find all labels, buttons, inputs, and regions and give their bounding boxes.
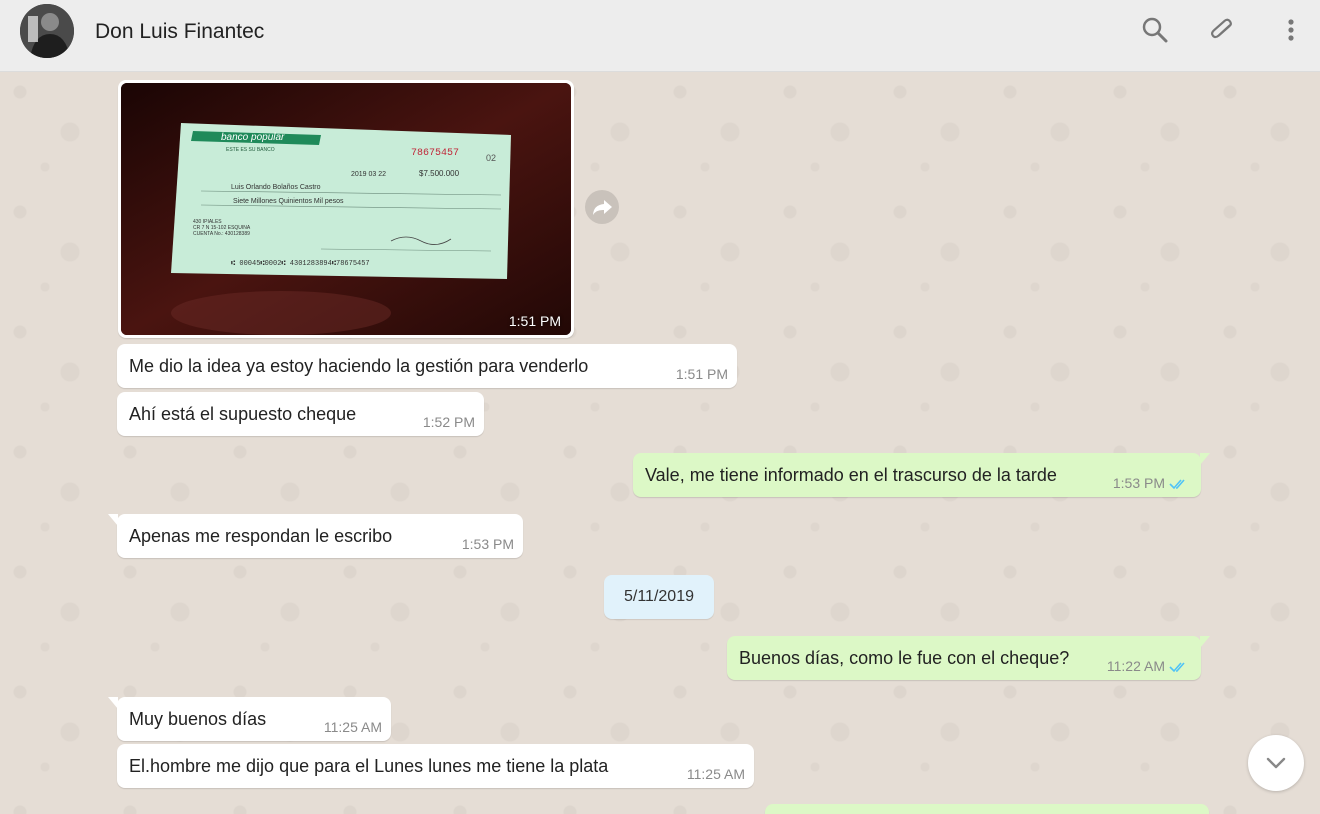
message-text: Muy buenos días xyxy=(129,709,267,729)
image-message[interactable]: banco popular ESTE ES SU BANCO 78675457 … xyxy=(118,80,574,338)
cheque-amount-words: Siete Millones Quinientos Mil pesos xyxy=(233,198,344,205)
message-time: 1:53 PM xyxy=(1112,475,1165,491)
message-text: Me dio la idea ya estoy haciendo la gest… xyxy=(129,356,589,376)
incoming-message[interactable]: Ahí está el supuesto cheque 1:52 PM xyxy=(117,392,484,436)
incoming-message[interactable]: Muy buenos días 11:25 AM xyxy=(108,697,391,741)
cheque-micr: ⑆ 00045⑆0002⑆ 4301283894⑆78675457 xyxy=(231,260,370,268)
message-text: El.hombre me dijo que para el Lunes lune… xyxy=(129,756,609,776)
incoming-message[interactable]: El.hombre me dijo que para el Lunes lune… xyxy=(117,744,754,788)
chat-area[interactable]: banco popular ESTE ES SU BANCO 78675457 … xyxy=(0,72,1320,814)
outgoing-message[interactable]: Vale, me tiene informado en el trascurso… xyxy=(633,453,1210,497)
outgoing-message-partial[interactable] xyxy=(765,804,1209,814)
bubble-tail xyxy=(108,514,118,526)
cheque-photo[interactable]: banco popular ESTE ES SU BANCO 78675457 … xyxy=(121,83,571,335)
message-meta: 1:53 PM xyxy=(1113,475,1189,491)
bubble-tail xyxy=(108,697,118,709)
outgoing-message[interactable]: Buenos días, como le fue con el cheque? … xyxy=(727,636,1210,680)
contact-name[interactable]: Don Luis Finantec xyxy=(95,20,264,44)
avatar[interactable] xyxy=(20,4,74,58)
cheque-slogan: ESTE ES SU BANCO xyxy=(226,147,275,153)
message-time: 1:52 PM xyxy=(422,414,475,430)
message-time: 1:51 PM xyxy=(508,313,561,329)
bubble-tail xyxy=(1200,453,1210,465)
message-time: 1:51 PM xyxy=(675,366,728,382)
message-text: Vale, me tiene informado en el trascurso… xyxy=(645,465,1057,485)
read-ticks-icon xyxy=(1169,479,1185,490)
forward-button[interactable] xyxy=(585,190,619,224)
chat-header: Don Luis Finantec xyxy=(0,0,1320,72)
attach-icon[interactable] xyxy=(1207,15,1237,45)
bubble-tail xyxy=(1200,636,1210,648)
message-meta: 11:22 AM xyxy=(1107,658,1189,674)
cheque-branch: 02 xyxy=(486,153,496,163)
message-text: Ahí está el supuesto cheque xyxy=(129,404,357,424)
menu-icon[interactable] xyxy=(1276,15,1306,45)
message-text: Buenos días, como le fue con el cheque? xyxy=(739,648,1070,668)
message-text: Apenas me respondan le escribo xyxy=(129,526,393,546)
scroll-down-button[interactable] xyxy=(1248,735,1304,791)
incoming-message[interactable]: Apenas me respondan le escribo 1:53 PM xyxy=(108,514,523,558)
cheque-account: CUENTA No.: 430128389 xyxy=(193,231,250,237)
search-icon[interactable] xyxy=(1140,15,1170,45)
cheque-payee: Luis Orlando Bolaños Castro xyxy=(231,184,321,191)
message-time: 11:25 AM xyxy=(686,766,745,782)
message-time: 11:22 AM xyxy=(1106,658,1165,674)
chevron-down-icon xyxy=(1266,757,1286,769)
date-divider: 5/11/2019 xyxy=(604,575,714,619)
read-ticks-icon xyxy=(1169,662,1185,673)
cheque-date: 2019 03 22 xyxy=(351,171,386,178)
cheque-number: 78675457 xyxy=(411,148,459,159)
cheque-bank-name: banco popular xyxy=(221,132,285,143)
incoming-message[interactable]: Me dio la idea ya estoy haciendo la gest… xyxy=(117,344,737,388)
message-time: 11:25 AM xyxy=(323,719,382,735)
message-time: 1:53 PM xyxy=(461,536,514,552)
cheque-amount: $7.500.000 xyxy=(419,169,460,178)
